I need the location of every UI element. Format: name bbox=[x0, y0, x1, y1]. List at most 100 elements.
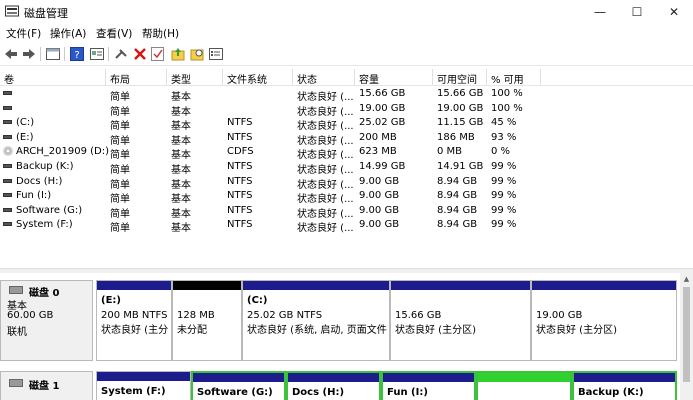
col-layout[interactable]: 布局 bbox=[110, 71, 130, 86]
partition-c[interactable]: (C:) 25.02 GB NTFS 状态良好 (系统, 启动, 页面文件 bbox=[242, 280, 390, 361]
cell-fs: NTFS bbox=[227, 131, 253, 143]
cell-fs: NTFS bbox=[227, 175, 253, 187]
table-row[interactable]: Docs (H:) 简单 基本 NTFS 状态良好 (... 9.00 GB 8.94 GB… bbox=[0, 175, 693, 191]
cell-pct: 99 % bbox=[491, 204, 517, 216]
disk-1-label[interactable]: 磁盘 1 bbox=[0, 371, 93, 400]
cell-free: 8.94 GB bbox=[437, 190, 478, 202]
col-percent-free[interactable]: % 可用 bbox=[491, 71, 524, 86]
cell-pct: 99 % bbox=[491, 175, 517, 187]
cell-cap: 9.00 GB bbox=[359, 204, 400, 216]
partition-docs-h[interactable]: Docs (H:) bbox=[286, 371, 381, 400]
disk-management-icon bbox=[5, 5, 19, 17]
volume-icon bbox=[3, 91, 12, 95]
cell-layout: 简单 bbox=[110, 223, 130, 235]
volume-list: 卷 布局 类型 文件系统 状态 容量 可用空间 % 可用 简单 基本 状态良好 (.… bbox=[0, 68, 693, 268]
cell-vol: System (F:) bbox=[16, 219, 73, 231]
cell-cap: 9.00 GB bbox=[359, 175, 400, 187]
cell-fs: NTFS bbox=[227, 161, 253, 172]
title-bar: 磁盘管理 — ☐ ✕ bbox=[0, 0, 693, 24]
menu-help[interactable]: 帮助(H) bbox=[142, 26, 179, 41]
col-type[interactable]: 类型 bbox=[171, 71, 191, 86]
disk-0-state: 联机 bbox=[7, 327, 27, 338]
cell-cap: 9.00 GB bbox=[359, 190, 400, 202]
export-icon[interactable] bbox=[189, 46, 205, 62]
partition-free-space[interactable] bbox=[476, 371, 572, 400]
volume-icon bbox=[3, 178, 12, 183]
volume-list-header: 卷 布局 类型 文件系统 状态 容量 可用空间 % 可用 bbox=[0, 68, 693, 86]
disk-map: 磁盘 0 基本 60.00 GB 联机 (E:) 200 MB NTFS 状态良… bbox=[0, 273, 680, 400]
delete-icon[interactable] bbox=[132, 46, 148, 62]
col-volume[interactable]: 卷 bbox=[4, 71, 14, 86]
col-capacity[interactable]: 容量 bbox=[359, 71, 379, 86]
partition-system-f[interactable]: System (F:) bbox=[96, 371, 191, 400]
scroll-thumb[interactable] bbox=[683, 287, 690, 382]
cell-vol: (E:) bbox=[16, 131, 34, 143]
col-free-space[interactable]: 可用空间 bbox=[437, 71, 477, 86]
console-tree-icon[interactable] bbox=[45, 46, 61, 62]
disk-1-name: 磁盘 1 bbox=[29, 381, 60, 392]
disk-0-name: 磁盘 0 bbox=[29, 288, 60, 299]
partition-unallocated[interactable]: 128 MB 未分配 bbox=[172, 280, 242, 361]
cell-free: 0 MB bbox=[437, 146, 463, 158]
partition-19gb[interactable]: 19.00 GB 状态良好 (主分区) bbox=[531, 280, 677, 361]
cell-vol: (C:) bbox=[16, 117, 35, 129]
cell-free: 14.91 GB bbox=[437, 161, 484, 172]
scroll-up-icon[interactable]: ▲ bbox=[682, 275, 691, 284]
cell-pct: 100 % bbox=[491, 88, 523, 99]
cell-free: 186 MB bbox=[437, 131, 475, 143]
view-list-icon[interactable] bbox=[208, 46, 224, 62]
disk-0-size: 60.00 GB bbox=[7, 310, 54, 321]
cell-vol: Fun (I:) bbox=[16, 190, 52, 202]
help-icon[interactable]: ? bbox=[69, 46, 85, 62]
disk-0-label[interactable]: 磁盘 0 基本 60.00 GB 联机 bbox=[0, 280, 93, 361]
cell-type: 基本 bbox=[171, 223, 191, 235]
menu-action[interactable]: 操作(A) bbox=[50, 26, 86, 41]
col-filesystem[interactable]: 文件系统 bbox=[227, 71, 267, 86]
menu-view[interactable]: 查看(V) bbox=[96, 26, 132, 41]
cell-cap: 9.00 GB bbox=[359, 219, 400, 231]
table-row[interactable]: (E:) 简单 基本 NTFS 状态良好 (... 200 MB 186 MB 93 % bbox=[0, 131, 693, 147]
table-row[interactable]: Backup (K:) 简单 基本 NTFS 状态良好 (... 14.99 GB 14.9… bbox=[0, 160, 693, 176]
cd-icon bbox=[3, 146, 13, 157]
check-icon[interactable] bbox=[150, 46, 166, 62]
close-button[interactable]: ✕ bbox=[651, 0, 693, 24]
back-arrow-icon[interactable] bbox=[3, 46, 19, 62]
volume-icon bbox=[3, 164, 12, 168]
cell-cap: 14.99 GB bbox=[359, 161, 406, 172]
table-row[interactable]: 简单 基本 状态良好 (... 19.00 GB 19.00 GB 100 % bbox=[0, 102, 693, 118]
cell-pct: 99 % bbox=[491, 219, 517, 231]
partition-fun-i[interactable]: Fun (I:) bbox=[381, 371, 476, 400]
table-row[interactable]: Fun (I:) 简单 基本 NTFS 状态良好 (... 9.00 GB 8.94 GB 9… bbox=[0, 189, 693, 205]
volume-icon bbox=[3, 193, 12, 198]
partition-15gb[interactable]: 15.66 GB 状态良好 (主分区) bbox=[390, 280, 531, 361]
partition-software-g[interactable]: Software (G:) bbox=[191, 371, 286, 400]
cell-free: 15.66 GB bbox=[437, 88, 484, 99]
cell-status: 状态良好 (... bbox=[297, 223, 354, 235]
up-folder-icon[interactable] bbox=[170, 46, 186, 62]
cell-fs: CDFS bbox=[227, 146, 254, 158]
partition-backup-k[interactable]: Backup (K:) bbox=[572, 371, 677, 400]
disk-map-scrollbar[interactable]: ▲ bbox=[680, 273, 693, 400]
cell-fs: NTFS bbox=[227, 117, 253, 129]
cell-free: 8.94 GB bbox=[437, 175, 478, 187]
table-row[interactable]: (C:) 简单 基本 NTFS 状态良好 (... 25.02 GB 11.15 GB 45 … bbox=[0, 116, 693, 132]
volume-icon bbox=[3, 105, 12, 110]
table-row[interactable]: 简单 基本 状态良好 (... 15.66 GB 15.66 GB 100 % bbox=[0, 87, 693, 103]
cell-vol: ARCH_201909 (D:) bbox=[16, 146, 110, 158]
properties-icon[interactable] bbox=[89, 46, 105, 62]
table-row[interactable]: Software (G:) 简单 基本 NTFS 状态良好 (... 9.00 GB 8.9… bbox=[0, 204, 693, 220]
partition-e[interactable]: (E:) 200 MB NTFS 状态良好 (主分 bbox=[96, 280, 172, 361]
volume-icon bbox=[3, 222, 12, 227]
forward-arrow-icon[interactable] bbox=[21, 46, 37, 62]
cell-vol: Software (G:) bbox=[16, 204, 83, 216]
cell-vol: Docs (H:) bbox=[16, 175, 63, 187]
table-row[interactable]: ARCH_201909 (D:) 简单 基本 CDFS 状态良好 (... 623 MB 0… bbox=[0, 145, 693, 161]
connect-icon[interactable] bbox=[113, 46, 129, 62]
menu-file[interactable]: 文件(F) bbox=[6, 26, 41, 41]
cell-fs: NTFS bbox=[227, 204, 253, 216]
cell-free: 19.00 GB bbox=[437, 102, 484, 114]
cell-free: 8.94 GB bbox=[437, 219, 478, 231]
volume-icon bbox=[3, 207, 12, 212]
table-row[interactable]: System (F:) 简单 基本 NTFS 状态良好 (... 9.00 GB 8.94 … bbox=[0, 218, 693, 235]
col-status[interactable]: 状态 bbox=[297, 71, 317, 86]
